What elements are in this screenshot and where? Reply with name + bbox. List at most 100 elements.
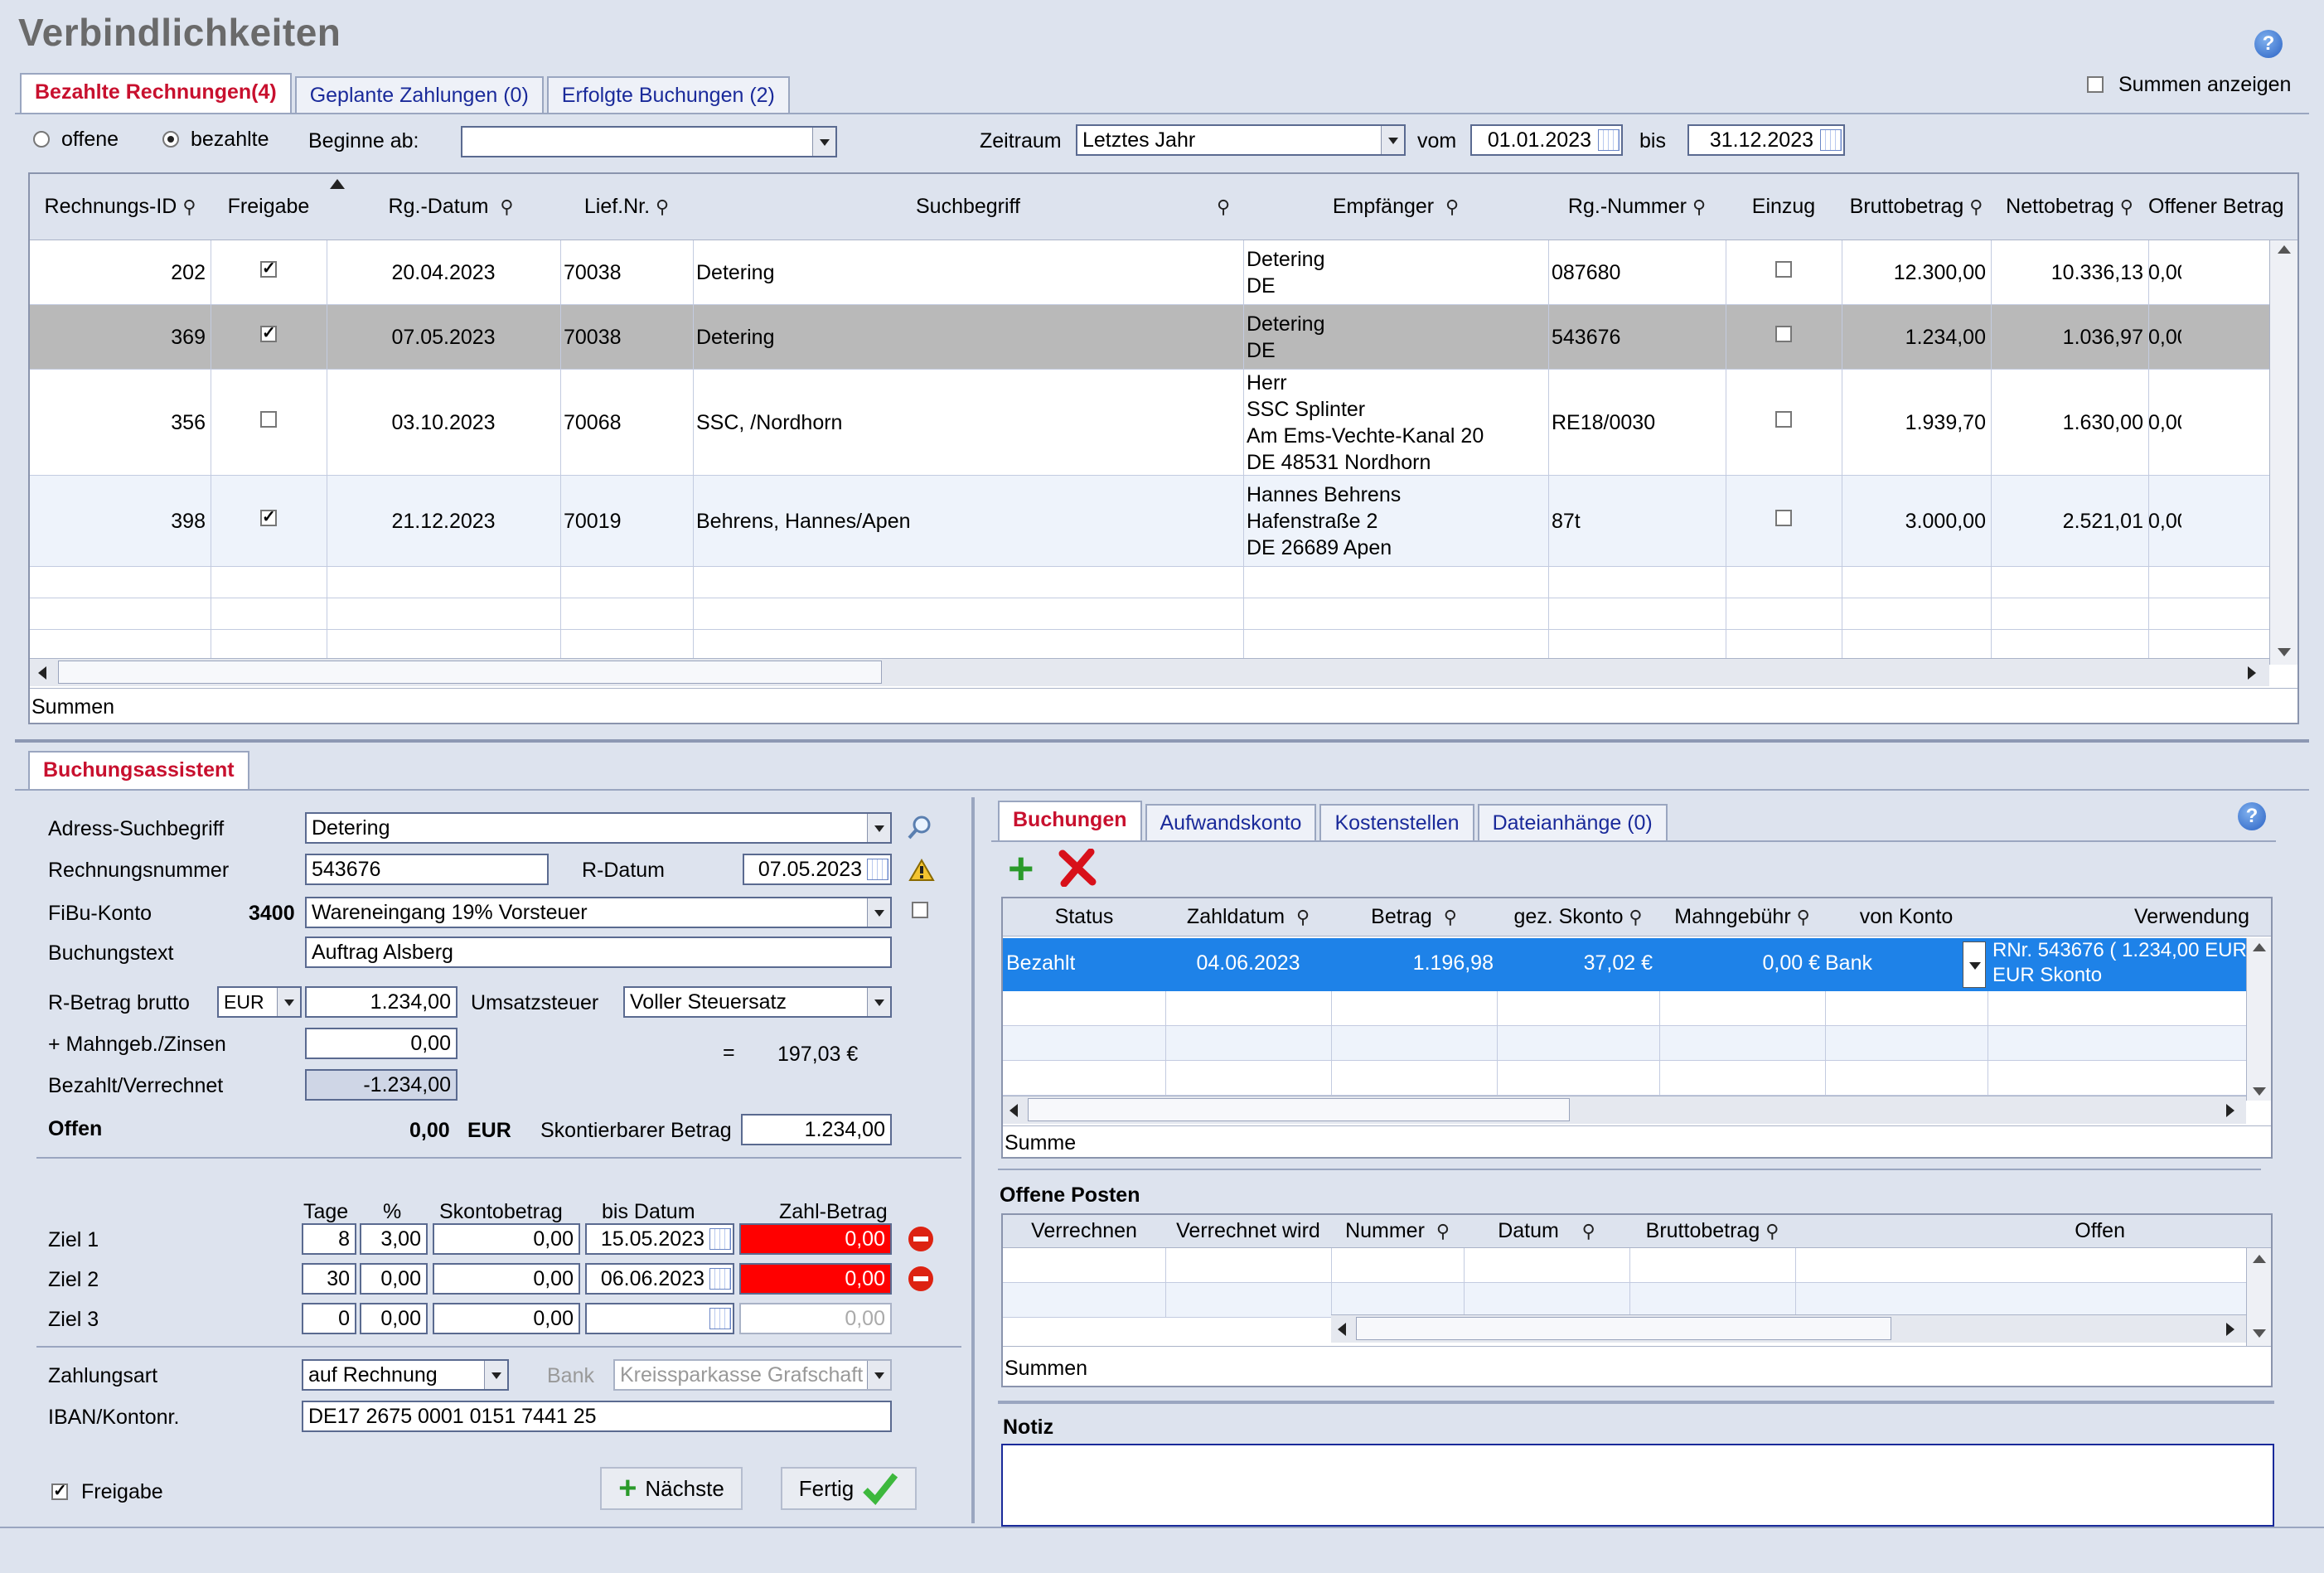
table-row[interactable] bbox=[1003, 1283, 2246, 1318]
col-nummer[interactable]: Nummer ⚲ bbox=[1331, 1215, 1464, 1247]
freigabe-checkbox[interactable]: ✓ bbox=[260, 325, 277, 342]
tab-buchungen[interactable]: Buchungen bbox=[998, 801, 1142, 842]
bank-dropdown[interactable]: Kreissparkasse Grafschaft bbox=[613, 1359, 892, 1391]
col-suchbegriff[interactable]: Suchbegriff bbox=[693, 174, 1243, 240]
vertical-scrollbar[interactable] bbox=[2246, 938, 2271, 1101]
col-einzug[interactable]: Einzug bbox=[1726, 174, 1842, 240]
table-row[interactable] bbox=[1003, 1026, 2246, 1061]
col-mahngebuehr[interactable]: Mahngebühr ⚲ bbox=[1659, 898, 1825, 936]
col-lief-nr[interactable]: Lief.Nr. ⚲ bbox=[560, 174, 693, 240]
horizontal-scrollbar[interactable] bbox=[1003, 1096, 2246, 1124]
calendar-icon[interactable] bbox=[709, 1228, 731, 1250]
tab-erfolgte[interactable]: Erfolgte Buchungen (2) bbox=[546, 76, 790, 114]
calendar-icon[interactable] bbox=[709, 1268, 731, 1290]
horizontal-scrollbar[interactable] bbox=[1331, 1314, 2246, 1343]
einzug-checkbox[interactable] bbox=[1775, 510, 1792, 526]
col-von-konto[interactable]: von Konto bbox=[1825, 898, 1988, 936]
tab-kostenstellen[interactable]: Kostenstellen bbox=[1319, 804, 1474, 842]
col-skonto[interactable]: gez. Skonto ⚲ bbox=[1497, 898, 1659, 936]
col-datum[interactable]: Datum ⚲ bbox=[1464, 1215, 1629, 1247]
col-status[interactable]: Status bbox=[1003, 898, 1165, 936]
col-freigabe[interactable]: Freigabe bbox=[211, 174, 327, 240]
ziel-datum-input[interactable]: 15.05.2023 bbox=[585, 1223, 734, 1255]
zahlungsart-dropdown[interactable]: auf Rechnung bbox=[302, 1359, 509, 1391]
brutto-input[interactable]: 1.234,00 bbox=[305, 986, 458, 1018]
col-brutto[interactable]: Bruttobetrag ⚲ bbox=[1842, 174, 1991, 240]
ziel-pct-input[interactable]: 0,00 bbox=[360, 1263, 428, 1295]
einzug-checkbox[interactable] bbox=[1775, 261, 1792, 278]
help-icon[interactable]: ? bbox=[2238, 802, 2266, 830]
col-verrechnet-wird[interactable]: Verrechnet wird bbox=[1165, 1215, 1331, 1247]
rnr-input[interactable]: 543676 bbox=[305, 854, 549, 885]
search-icon[interactable] bbox=[907, 814, 933, 840]
col-zahldatum[interactable]: Zahldatum ⚲ bbox=[1165, 898, 1331, 936]
vertical-scrollbar[interactable] bbox=[2269, 240, 2297, 665]
buchungstext-input[interactable]: Auftrag Alsberg bbox=[305, 937, 892, 968]
table-row[interactable]: 202 20.04.2023 70038 Detering 087680 12.300,0… bbox=[30, 240, 2269, 305]
table-row[interactable] bbox=[1003, 1248, 2246, 1283]
period-dropdown[interactable]: Letztes Jahr bbox=[1076, 124, 1406, 156]
konto-dropdown-button[interactable] bbox=[1963, 941, 1986, 988]
einzug-checkbox[interactable] bbox=[1775, 411, 1792, 428]
fibu-checkbox[interactable] bbox=[912, 902, 928, 918]
done-button[interactable]: Fertig bbox=[781, 1467, 917, 1510]
col-offen[interactable]: Offener Betrag bbox=[2148, 174, 2297, 240]
next-button[interactable]: + Nächste bbox=[600, 1467, 743, 1510]
skontierbar-input[interactable]: 1.234,00 bbox=[741, 1114, 892, 1145]
col-verrechnen[interactable]: Verrechnen bbox=[1003, 1215, 1165, 1247]
ziel-skonto-input[interactable]: 0,00 bbox=[433, 1223, 580, 1255]
tab-bezahlte[interactable]: Bezahlte Rechnungen(4) bbox=[20, 73, 292, 114]
scroll-up-icon[interactable] bbox=[2278, 245, 2291, 254]
col-offen[interactable]: Offen bbox=[1795, 1215, 2249, 1247]
show-sums-checkbox[interactable] bbox=[2087, 76, 2104, 93]
calendar-icon[interactable] bbox=[709, 1308, 731, 1329]
remove-icon[interactable] bbox=[908, 1227, 933, 1251]
start-dropdown[interactable] bbox=[461, 126, 837, 157]
vertical-scrollbar[interactable] bbox=[2246, 1248, 2271, 1356]
fibu-dropdown[interactable]: Wareneingang 19% Vorsteuer bbox=[305, 897, 892, 928]
col-rg-nummer[interactable]: Rg.-Nummer ⚲ bbox=[1548, 174, 1726, 240]
table-row[interactable]: 369 07.05.2023 70038 Detering 543676 1.234,00… bbox=[30, 305, 2269, 370]
scroll-thumb[interactable] bbox=[58, 661, 882, 684]
ziel-skonto-input[interactable]: 0,00 bbox=[433, 1303, 580, 1334]
tab-geplante[interactable]: Geplante Zahlungen (0) bbox=[294, 76, 544, 114]
table-row[interactable] bbox=[30, 598, 2269, 630]
scroll-left-icon[interactable] bbox=[38, 666, 46, 680]
col-rg-datum[interactable]: Rg.-Datum ⚲ bbox=[327, 174, 575, 240]
notiz-textarea[interactable] bbox=[1001, 1444, 2274, 1527]
add-icon[interactable]: + bbox=[1008, 846, 1034, 891]
col-rechnungs-id[interactable]: Rechnungs-ID ⚲ bbox=[30, 174, 211, 240]
freigabe-checkbox[interactable] bbox=[260, 411, 277, 428]
scroll-right-icon[interactable] bbox=[2248, 666, 2256, 680]
delete-icon[interactable] bbox=[1058, 848, 1097, 893]
iban-input[interactable]: DE17 2675 0001 0151 7441 25 bbox=[302, 1401, 892, 1432]
calendar-icon[interactable] bbox=[1820, 129, 1842, 151]
ziel-skonto-input[interactable]: 0,00 bbox=[433, 1263, 580, 1295]
adress-dropdown[interactable]: Detering bbox=[305, 812, 892, 844]
freigabe-checkbox[interactable]: ✓ bbox=[260, 260, 277, 278]
from-date-input[interactable]: 01.01.2023 bbox=[1470, 124, 1623, 156]
mahn-input[interactable]: 0,00 bbox=[305, 1028, 458, 1059]
ziel-datum-input[interactable] bbox=[585, 1303, 734, 1334]
tab-buchungsassistent[interactable]: Buchungsassistent bbox=[28, 751, 249, 791]
remove-icon[interactable] bbox=[908, 1266, 933, 1291]
radio-bezahlte[interactable] bbox=[162, 131, 179, 148]
ziel-pct-input[interactable]: 0,00 bbox=[360, 1303, 428, 1334]
col-bruttobetrag[interactable]: Bruttobetrag ⚲ bbox=[1629, 1215, 1795, 1247]
col-empfaenger[interactable]: Empfänger ⚲ bbox=[1243, 174, 1548, 240]
col-betrag[interactable]: Betrag ⚲ bbox=[1331, 898, 1497, 936]
tab-aufwandskonto[interactable]: Aufwandskonto bbox=[1145, 804, 1317, 842]
buchung-row-selected[interactable]: Bezahlt 04.06.2023 1.196,98 37,02 € 0,00… bbox=[1003, 938, 2247, 991]
table-row[interactable] bbox=[1003, 1061, 2246, 1096]
einzug-checkbox[interactable] bbox=[1775, 326, 1792, 342]
ziel-datum-input[interactable]: 06.06.2023 bbox=[585, 1263, 734, 1295]
calendar-icon[interactable] bbox=[1598, 129, 1620, 151]
ust-dropdown[interactable]: Voller Steuersatz bbox=[623, 986, 892, 1018]
rdatum-input[interactable]: 07.05.2023 bbox=[743, 854, 892, 885]
col-netto[interactable]: Nettobetrag ⚲ bbox=[1991, 174, 2148, 240]
freigabe-checkbox[interactable]: ✓ bbox=[51, 1483, 68, 1500]
scroll-down-icon[interactable] bbox=[2278, 648, 2291, 656]
ziel-pct-input[interactable]: 3,00 bbox=[360, 1223, 428, 1255]
radio-offene[interactable] bbox=[33, 131, 50, 148]
table-row[interactable] bbox=[1003, 991, 2246, 1026]
